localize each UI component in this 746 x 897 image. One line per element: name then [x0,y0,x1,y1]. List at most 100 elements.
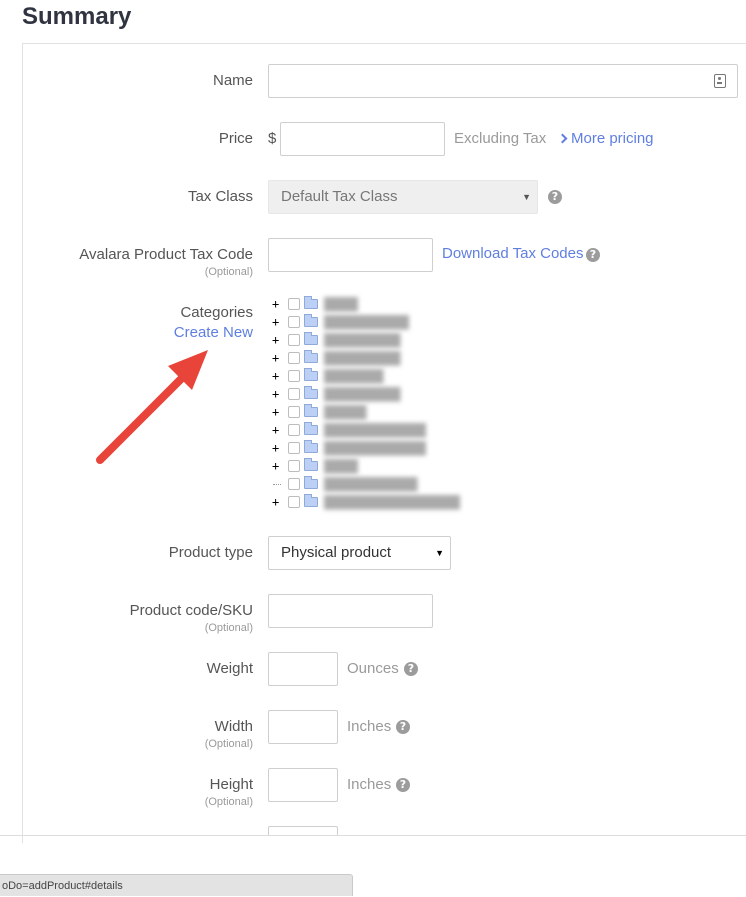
status-bar-url: oDo=addProduct#details [0,874,353,896]
sku-optional: (Optional) [204,622,253,634]
folder-icon [304,458,318,471]
price-label: Price [218,130,253,147]
tree-row[interactable]: + █████████ [270,386,470,404]
contact-card-icon[interactable] [714,74,726,88]
weight-label: Weight [206,660,253,677]
help-icon[interactable]: ? [396,720,410,734]
chevron-down-icon: ▼ [522,192,531,202]
tree-row[interactable]: + ████████████████ [270,494,470,512]
sku-label: Product code/SKU [129,602,253,619]
tree-row[interactable]: + ████ [270,458,470,476]
expand-icon[interactable]: + [272,370,281,382]
checkbox[interactable] [288,460,300,472]
help-icon[interactable]: ? [586,248,600,262]
avalara-optional: (Optional) [204,266,253,278]
expand-icon[interactable]: + [272,316,281,328]
tax-class-label: Tax Class [187,188,253,205]
tree-row[interactable]: + █████████ [270,350,470,368]
product-type-select[interactable]: Physical product ▼ [268,536,451,570]
category-label: ████ [324,459,359,473]
expand-icon[interactable]: + [272,442,281,454]
weight-input[interactable] [268,652,338,686]
width-input[interactable] [268,710,338,744]
tree-row[interactable]: + █████████ [270,332,470,350]
tree-row[interactable]: + ████████████ [270,422,470,440]
tree-row[interactable]: ███████████ [270,476,470,494]
checkbox[interactable] [288,478,300,490]
chevron-right-icon [557,133,568,144]
category-label: █████████ [324,333,401,347]
avalara-label: Avalara Product Tax Code [79,246,253,263]
folder-icon [304,332,318,345]
category-label: ██████████ [324,315,410,329]
tree-row[interactable]: + ████ [270,296,470,314]
create-new-category-link[interactable]: Create New [174,324,253,341]
width-unit: Inches [347,718,392,735]
category-label: ████████████ [324,423,427,437]
folder-icon [304,440,318,453]
help-icon[interactable]: ? [396,778,410,792]
tax-class-select[interactable]: Default Tax Class ▼ [268,180,538,214]
weight-unit: Ounces [347,660,399,677]
folder-icon [304,494,318,507]
checkbox[interactable] [288,352,300,364]
help-icon[interactable]: ? [548,190,562,204]
more-pricing-label: More pricing [571,130,654,147]
category-label: █████████ [324,387,401,401]
expand-icon[interactable]: + [272,460,281,472]
chevron-down-icon: ▼ [435,548,444,558]
currency-symbol: $ [268,130,277,147]
category-label: █████ [324,405,367,419]
checkbox[interactable] [288,334,300,346]
category-label: ████████████████ [324,495,461,509]
height-optional: (Optional) [204,796,253,808]
more-pricing-link[interactable]: More pricing [557,130,654,147]
checkbox[interactable] [288,316,300,328]
folder-icon [304,296,318,309]
footer-divider [0,835,746,836]
tree-row[interactable]: + ██████████ [270,314,470,332]
expand-icon[interactable]: + [272,388,281,400]
expand-icon[interactable]: + [272,298,281,310]
tree-row[interactable]: + ████████████ [270,440,470,458]
folder-icon [304,350,318,363]
expand-icon[interactable]: + [272,352,281,364]
category-label: ███████████ [324,477,418,491]
checkbox[interactable] [288,388,300,400]
tree-row[interactable]: + █████ [270,404,470,422]
tree-row[interactable]: + ███████ [270,368,470,386]
category-label: ████████████ [324,441,427,455]
height-label: Height [209,776,253,793]
name-input[interactable] [268,64,738,98]
excluding-tax-note: Excluding Tax [454,130,547,147]
page-title: Summary [22,3,132,30]
expand-icon[interactable]: + [272,406,281,418]
folder-icon [304,386,318,399]
download-tax-codes-link[interactable]: Download Tax Codes [442,245,583,262]
checkbox[interactable] [288,298,300,310]
checkbox[interactable] [288,406,300,418]
height-unit: Inches [347,776,392,793]
category-label: ████ [324,297,359,311]
width-optional: (Optional) [204,738,253,750]
category-label: ███████ [324,369,384,383]
folder-icon [304,476,318,489]
annotation-arrow [96,350,208,464]
checkbox[interactable] [288,496,300,508]
avalara-tax-code-input[interactable] [268,238,433,272]
checkbox[interactable] [288,424,300,436]
price-input[interactable] [280,122,445,156]
name-label: Name [212,72,253,89]
checkbox[interactable] [288,370,300,382]
expand-icon[interactable]: + [272,496,281,508]
folder-icon [304,404,318,417]
sku-input[interactable] [268,594,433,628]
height-input[interactable] [268,768,338,802]
expand-icon[interactable]: + [272,424,281,436]
expand-icon[interactable]: + [272,334,281,346]
folder-icon [304,422,318,435]
checkbox[interactable] [288,442,300,454]
categories-label: Categories [180,304,253,321]
help-icon[interactable]: ? [404,662,418,676]
folder-icon [304,368,318,381]
